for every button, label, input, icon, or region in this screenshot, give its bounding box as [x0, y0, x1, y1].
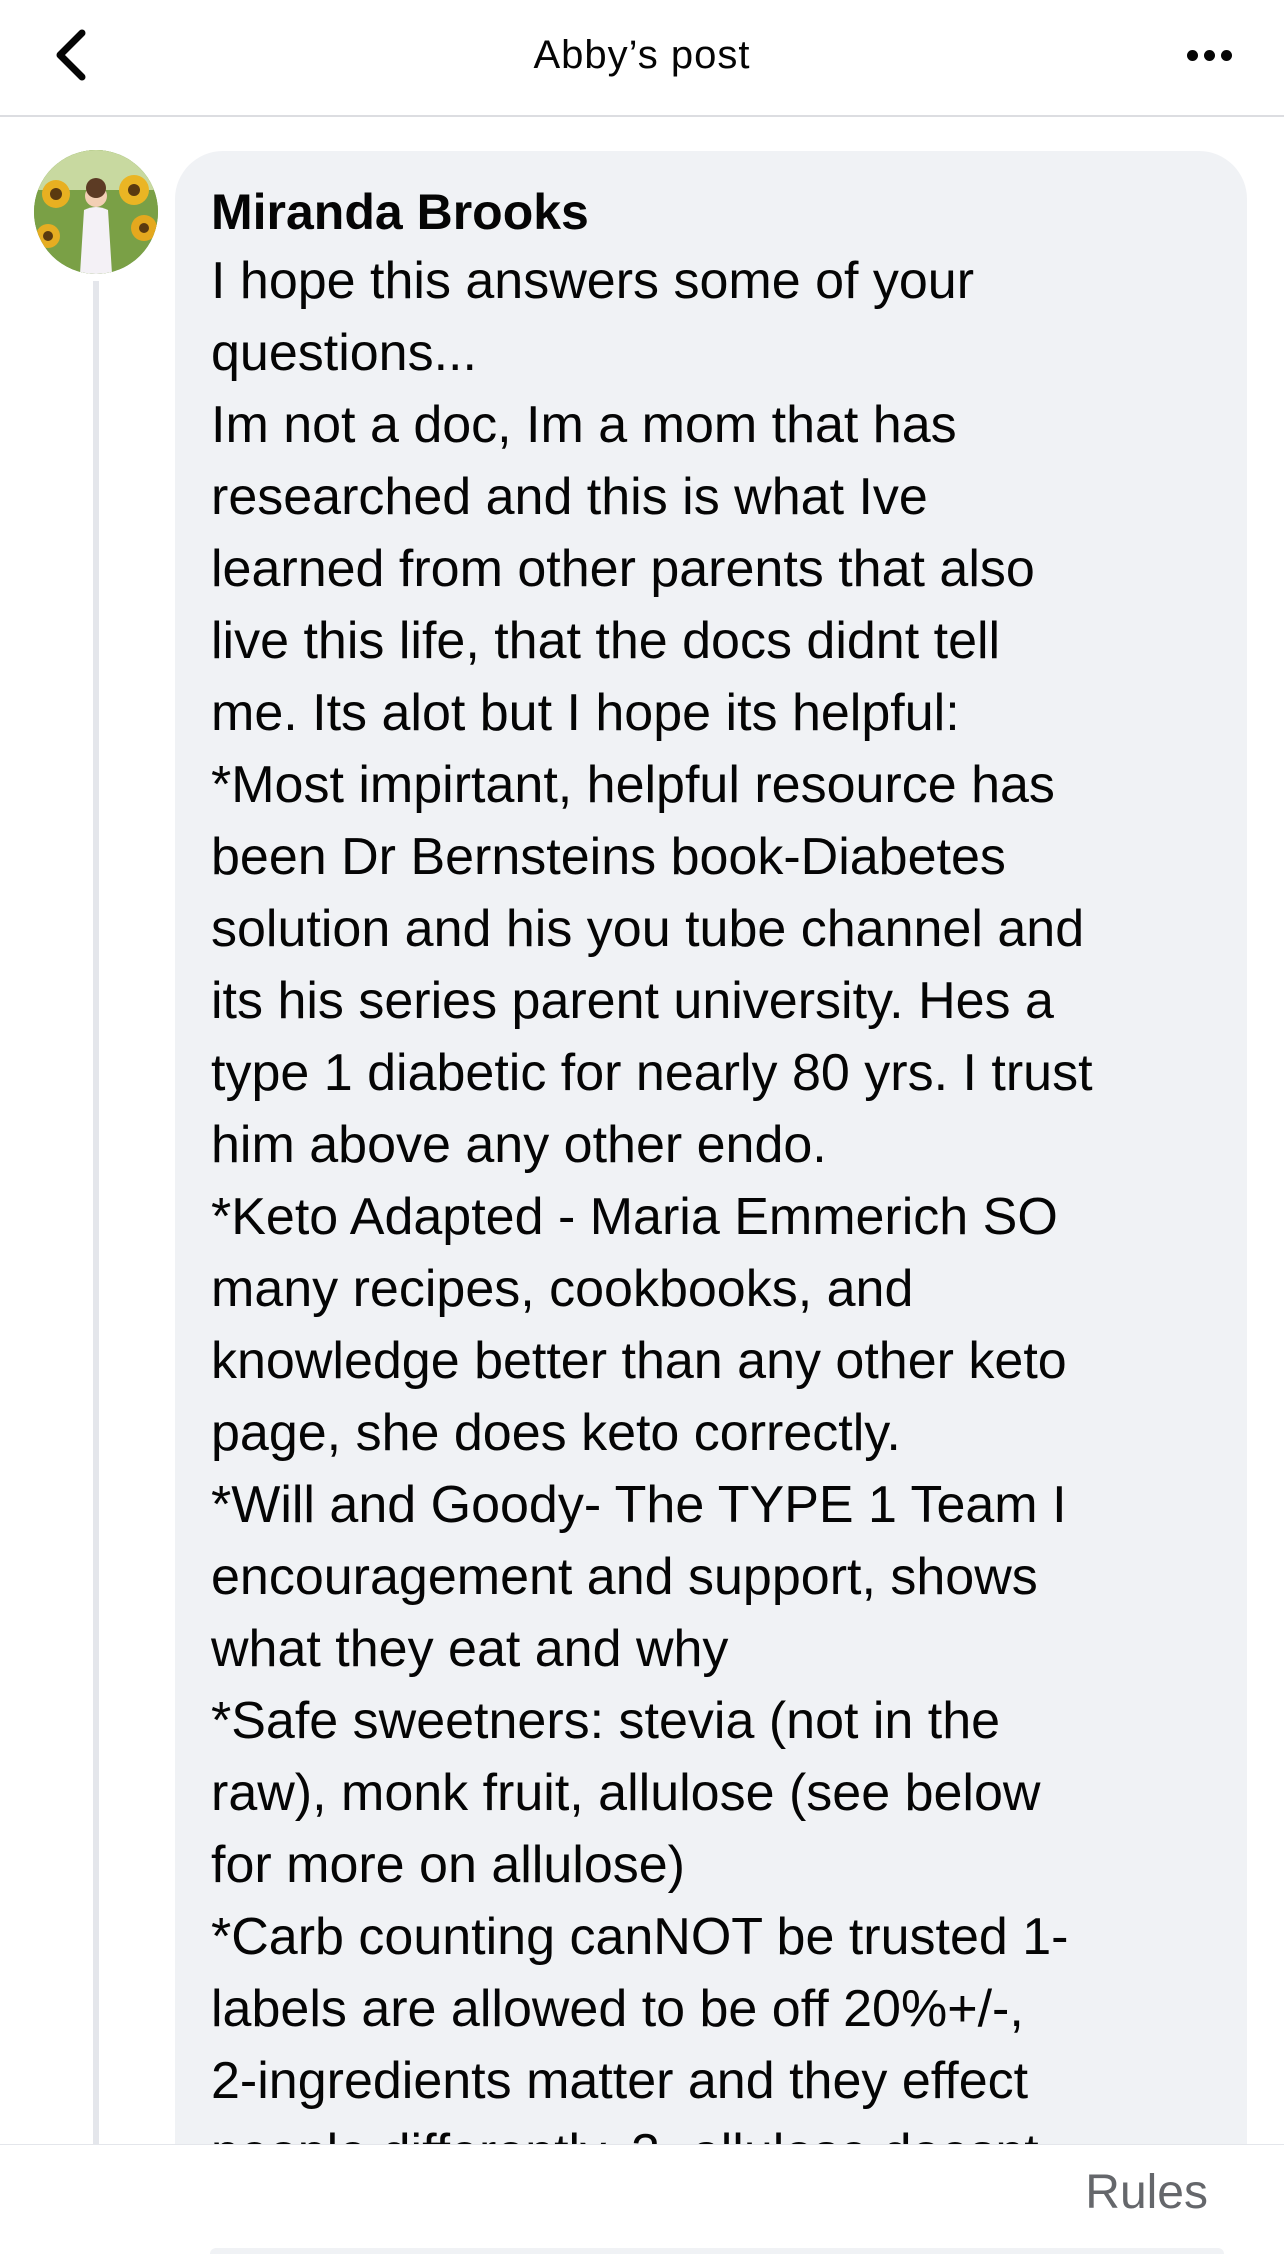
comment-composer-bar: Rules [0, 2144, 1284, 2254]
thread-line [93, 281, 99, 2144]
page-title: Abby’s post [533, 33, 751, 77]
top-bar: Abby’s post [0, 0, 1284, 117]
comment-line: live this life, that the docs didnt tell [211, 612, 1001, 670]
comment-line: many recipes, cookbooks, and [211, 1260, 914, 1318]
comment-line: page, she does keto correctly. [211, 1404, 901, 1462]
more-options-button[interactable] [1174, 20, 1244, 90]
comment-thread: Miranda Brooks I hope this answers some … [0, 119, 1284, 2144]
comment-line: 2-ingredients matter and they effect [211, 2052, 1029, 2110]
comment-line: encouragement and support, shows [211, 1548, 1038, 1606]
comment-line: for more on allulose) [211, 1836, 685, 1894]
comment-line: researched and this is what Ive [211, 468, 928, 526]
comment-author[interactable]: Miranda Brooks [211, 179, 1211, 245]
profile-photo [34, 150, 158, 274]
comment-line: type 1 diabetic for nearly 80 yrs. I tru… [211, 1044, 1093, 1102]
comment-line: what they eat and why [211, 1620, 729, 1678]
comment-line: knowledge better than any other keto [211, 1332, 1067, 1390]
comment-bubble[interactable]: Miranda Brooks I hope this answers some … [175, 151, 1247, 2144]
comment-text: I hope this answers some of your questio… [211, 245, 1211, 2144]
comment-line: I hope this answers some of your [211, 252, 975, 310]
comment-line: *Most impirtant, helpful resource has [211, 756, 1055, 814]
comment-line: *Keto Adapted - Maria Emmerich SO [211, 1188, 1058, 1246]
comment-line: learned from other parents that also [211, 540, 1035, 598]
comment-line: its his series parent university. Hes a [211, 972, 1054, 1030]
rules-link[interactable]: Rules [1085, 2165, 1208, 2220]
comment-input-edge[interactable] [210, 2248, 1224, 2254]
more-horizontal-icon [1186, 49, 1198, 61]
comment-line: been Dr Bernsteins book-Diabetes [211, 828, 1006, 886]
comment-line: *Safe sweetners: stevia (not in the [211, 1692, 1001, 1750]
comment-line: raw), monk fruit, allulose (see below [211, 1764, 1041, 1822]
comment-line: labels are allowed to be off 20%+/-, [211, 1980, 1024, 2038]
comment-line: *Carb counting canNOT be trusted 1- [211, 1908, 1069, 1966]
comment-line: him above any other endo. [211, 1116, 827, 1174]
comment-line: Im not a doc, Im a mom that has [211, 396, 957, 454]
comment-line: me. Its alot but I hope its helpful: [211, 684, 960, 742]
more-horizontal-icon-dot [1203, 49, 1215, 61]
comment-line: questions... [211, 324, 477, 382]
avatar[interactable] [34, 150, 158, 274]
more-horizontal-icon-dot [1220, 49, 1232, 61]
comment-line: solution and his you tube channel and [211, 900, 1085, 958]
comment-line: *Will and Goody- The TYPE 1 Team I [211, 1476, 1067, 1534]
comment-line: people differently. 3- allulose doesnt [211, 2117, 1211, 2144]
